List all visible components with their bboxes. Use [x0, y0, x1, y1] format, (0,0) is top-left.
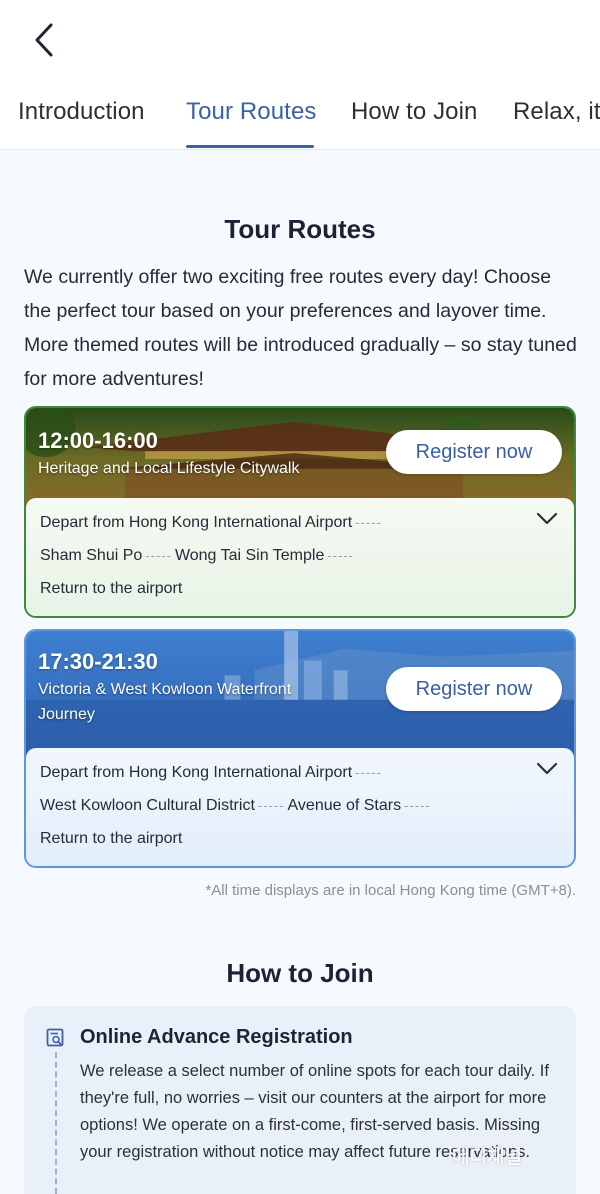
step-timeline-line	[55, 1052, 57, 1194]
tab-how-to-join[interactable]: How to Join	[351, 98, 478, 126]
tour-routes-heading: Tour Routes	[224, 214, 376, 244]
route-connector: -----	[355, 765, 382, 780]
register-now-button[interactable]: Register now	[386, 430, 562, 474]
active-tab-indicator	[186, 145, 314, 148]
chevron-left-icon	[35, 23, 53, 57]
route-stop-line: Return to the airport	[40, 572, 560, 605]
route-stop: Avenue of Stars	[287, 797, 402, 814]
route-itinerary: Depart from Hong Kong International Airp…	[26, 748, 574, 866]
chevron-down-icon[interactable]	[536, 512, 558, 526]
route-connector: -----	[355, 515, 382, 530]
join-step-title: Online Advance Registration	[80, 1026, 353, 1048]
tab-introduction[interactable]: Introduction	[18, 98, 145, 126]
register-now-button[interactable]: Register now	[386, 667, 562, 711]
route-stop: Return to the airport	[40, 580, 183, 597]
route-card-heritage: 12:00-16:00 Heritage and Local Lifestyle…	[24, 406, 576, 618]
route-stop-line: Sham Shui Po ----- Wong Tai Sin Temple ----…	[40, 539, 560, 572]
tour-routes-intro: We currently offer two exciting free rou…	[24, 266, 577, 390]
route-connector: -----	[145, 548, 172, 563]
tab-tour-routes[interactable]: Tour Routes	[186, 98, 317, 126]
route-stop-line: Depart from Hong Kong International Airp…	[40, 756, 560, 789]
route-name: Heritage and Local Lifestyle Citywalk	[38, 460, 300, 477]
back-button[interactable]	[26, 22, 62, 58]
route-stop: Depart from Hong Kong International Airp…	[40, 764, 353, 781]
route-stop: Depart from Hong Kong International Airp…	[40, 514, 353, 531]
top-bar: Introduction Tour Routes How to Join Rel…	[0, 0, 600, 150]
route-stop-line: Return to the airport	[40, 822, 560, 855]
route-time: 17:30-21:30	[38, 649, 158, 674]
chevron-down-icon[interactable]	[536, 762, 558, 776]
route-connector: -----	[404, 798, 431, 813]
route-stop: Sham Shui Po	[40, 547, 143, 564]
route-name: Victoria & West Kowloon Waterfront Journ…	[38, 681, 292, 723]
watermark-logo: 메디채널	[452, 1147, 522, 1168]
route-connector: -----	[257, 798, 285, 813]
route-stop-line: Depart from Hong Kong International Airp…	[40, 506, 560, 539]
time-zone-footnote: *All time displays are in local Hong Kon…	[205, 882, 576, 899]
route-card-waterfront: 17:30-21:30 Victoria & West Kowloon Wate…	[24, 629, 576, 868]
tab-relax[interactable]: Relax, it'	[513, 98, 600, 126]
search-document-icon	[46, 1028, 64, 1047]
route-stop: Wong Tai Sin Temple	[174, 547, 325, 564]
route-itinerary: Depart from Hong Kong International Airp…	[26, 498, 574, 616]
tab-bar: Introduction Tour Routes How to Join Rel…	[0, 90, 600, 150]
route-stop: West Kowloon Cultural District	[40, 797, 255, 814]
route-stop: Return to the airport	[40, 830, 183, 847]
route-time: 12:00-16:00	[38, 428, 158, 453]
route-connector: -----	[327, 548, 355, 563]
route-stop-line: West Kowloon Cultural District ----- Avenu…	[40, 789, 560, 822]
how-to-join-heading: How to Join	[226, 958, 374, 988]
